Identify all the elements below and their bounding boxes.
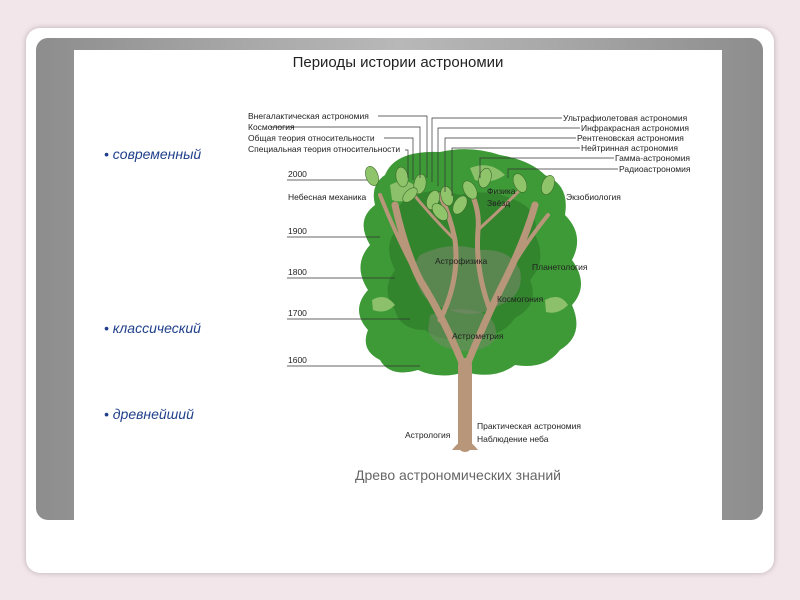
diagram-caption: Древо астрономических знаний — [355, 467, 561, 483]
right-labels: Ультрафиолетовая астрономия Инфракрасная… — [563, 113, 691, 174]
label-ultraviolet: Ультрафиолетовая астрономия — [563, 113, 688, 123]
year-1900: 1900 — [288, 226, 307, 236]
label-infrared: Инфракрасная астрономия — [581, 123, 689, 133]
root-sky-observation: Наблюдение неба — [477, 434, 549, 444]
label-cosmology: Космология — [248, 122, 295, 132]
label-general-relativity: Общая теория относительности — [248, 133, 375, 143]
label-xray: Рентгеновская астрономия — [577, 133, 684, 143]
year-2000: 2000 — [288, 169, 307, 179]
branch-astrophysics: Астрофизика — [435, 256, 488, 266]
year-1800: 1800 — [288, 267, 307, 277]
label-special-relativity: Специальная теория относительности — [248, 144, 400, 154]
root-astrology: Астрология — [405, 430, 451, 440]
root-practical-astronomy: Практическая астрономия — [477, 421, 581, 431]
year-1700: 1700 — [288, 308, 307, 318]
label-radio: Радиоастрономия — [619, 164, 691, 174]
branch-celestial-mechanics: Небесная механика — [288, 192, 367, 202]
root-labels: Астрология Практическая астрономия Наблю… — [405, 421, 581, 444]
left-labels: Внегалактическая астрономия Космология О… — [248, 111, 400, 154]
astronomy-tree-diagram: 2000 1900 1800 1700 1600 Внегалактическа… — [248, 111, 691, 452]
branch-cosmogony: Космогония — [497, 294, 544, 304]
label-extragalactic: Внегалактическая астрономия — [248, 111, 369, 121]
branch-stars: Звёзд — [487, 198, 510, 208]
year-1600: 1600 — [288, 355, 307, 365]
branch-planetology: Планетология — [532, 262, 588, 272]
tree-roots — [452, 440, 478, 450]
branch-exobiology: Экзобиология — [566, 192, 621, 202]
branch-physics: Физика — [487, 186, 516, 196]
label-neutrino: Нейтринная астрономия — [581, 143, 678, 153]
label-gamma: Гамма-астрономия — [615, 153, 690, 163]
branch-astrometry: Астрометрия — [452, 331, 504, 341]
